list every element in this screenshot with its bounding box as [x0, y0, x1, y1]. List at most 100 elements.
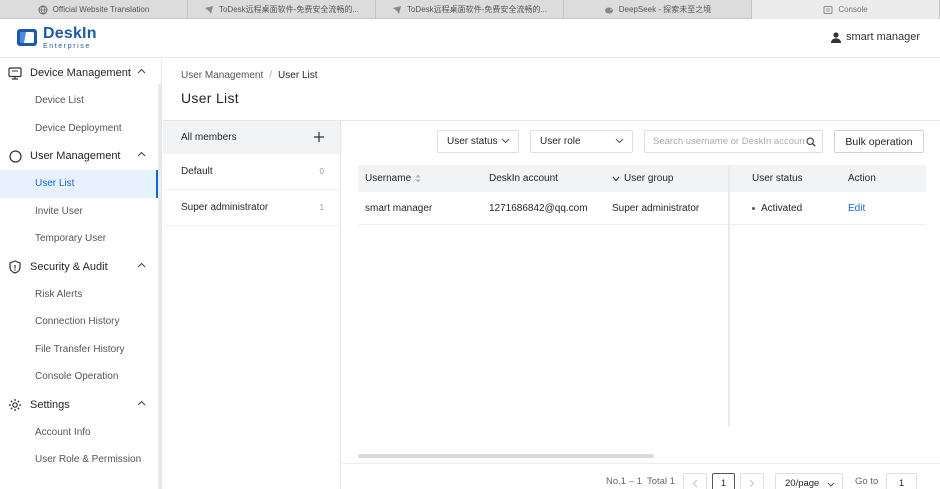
- sidebar-item-risk-alerts[interactable]: Risk Alerts: [0, 281, 161, 309]
- brand-logo[interactable]: DeskIn Enterprise: [16, 26, 97, 50]
- status-dot: [752, 206, 755, 210]
- search-input[interactable]: [653, 136, 805, 147]
- user-table: Username DeskIn account User group User …: [358, 165, 926, 225]
- browser-tab-translation[interactable]: Official Website Translation: [0, 0, 188, 19]
- sidebar-item-temporary-user[interactable]: Temporary User: [0, 225, 161, 253]
- cell-username: smart manager: [365, 202, 433, 214]
- next-page-button[interactable]: [740, 473, 764, 489]
- user-name: smart manager: [846, 31, 920, 43]
- chevron-down-icon: [615, 138, 624, 144]
- group-label: All members: [181, 132, 237, 143]
- user-menu[interactable]: smart manager: [831, 31, 920, 43]
- search-icon[interactable]: [806, 137, 816, 147]
- goto-label: Go to: [855, 476, 879, 487]
- column-label: User group: [624, 173, 674, 184]
- sidebar-item-console-operation[interactable]: Console Operation: [0, 363, 161, 391]
- cell-deskin-account: 1271686842@qq.com: [489, 202, 588, 214]
- column-username[interactable]: Username: [358, 173, 482, 184]
- search-box: [644, 130, 823, 153]
- browser-tab-label: DeepSeek - 探索未至之境: [618, 5, 712, 14]
- select-value: User status: [447, 136, 498, 147]
- sort-icon[interactable]: [415, 174, 421, 183]
- deepseek-icon: [604, 5, 614, 15]
- app-header: DeskIn Enterprise smart manager: [0, 19, 940, 58]
- add-group-icon[interactable]: [314, 130, 324, 145]
- edit-link[interactable]: Edit: [848, 203, 865, 214]
- group-count: 1: [319, 203, 324, 212]
- user-circle-icon: [8, 149, 22, 163]
- chevron-down-icon: [501, 138, 510, 144]
- column-label: Username: [365, 173, 412, 184]
- sidebar-item-device-list[interactable]: Device List: [0, 87, 161, 115]
- sidebar-item-file-transfer-history[interactable]: File Transfer History: [0, 336, 161, 364]
- status-text: Activated: [761, 202, 803, 214]
- browser-tab-console[interactable]: Console: [752, 0, 940, 19]
- table-horizontal-scrollbar[interactable]: [358, 454, 926, 458]
- browser-tab-todesk-1[interactable]: ToDesk远程桌面软件-免费安全流畅的...: [188, 0, 376, 19]
- chevron-down-icon[interactable]: [612, 176, 620, 182]
- todesk-icon: [204, 5, 214, 15]
- chevron-up-icon: [137, 262, 146, 267]
- scrollbar-thumb[interactable]: [358, 454, 654, 458]
- pagination-total: Total 1: [647, 476, 675, 487]
- page-size-select[interactable]: 20/page: [775, 473, 843, 489]
- todesk-icon: [392, 5, 402, 15]
- column-label: Action: [848, 173, 876, 184]
- browser-tab-label: Console: [838, 5, 868, 14]
- group-all-members[interactable]: All members: [163, 121, 340, 154]
- member-group-list: All members Default 0 Super administrato…: [163, 121, 341, 489]
- filter-bar: User status User role Bulk operation: [342, 130, 940, 154]
- user-status-select[interactable]: User status: [437, 130, 519, 153]
- sidebar-item-account-info[interactable]: Account Info: [0, 419, 161, 447]
- sidebar-item-invite-user[interactable]: Invite User: [0, 198, 161, 226]
- chevron-down-icon: [827, 482, 835, 487]
- chevron-up-icon: [137, 400, 146, 405]
- breadcrumb-separator: /: [269, 70, 273, 81]
- group-label: Super administrator: [181, 202, 269, 213]
- globe-icon: [38, 5, 48, 15]
- breadcrumb-current: User List: [278, 70, 318, 81]
- fixed-column-divider: [728, 165, 730, 427]
- sidebar-item-connection-history[interactable]: Connection History: [0, 308, 161, 336]
- bulk-operation-button[interactable]: Bulk operation: [834, 130, 924, 153]
- select-value: User role: [540, 136, 581, 147]
- brand-sub: Enterprise: [43, 43, 91, 50]
- group-label: Default: [181, 166, 213, 177]
- browser-tab-deepseek[interactable]: DeepSeek - 探索未至之境: [564, 0, 752, 19]
- sidebar-group-label: Device Management: [30, 67, 131, 79]
- sidebar-group-settings[interactable]: Settings: [0, 391, 161, 419]
- prev-page-button[interactable]: [683, 473, 707, 489]
- group-super-administrator[interactable]: Super administrator 1: [163, 190, 340, 226]
- browser-tab-label: ToDesk远程桌面软件-免费安全流畅的...: [218, 5, 359, 14]
- chevron-left-icon: [692, 479, 698, 488]
- browser-tab-todesk-2[interactable]: ToDesk远程桌面软件-免费安全流畅的...: [376, 0, 564, 19]
- sidebar: Device Management Device List Device Dep…: [0, 59, 162, 489]
- console-icon: [823, 5, 833, 15]
- sidebar-item-device-deployment[interactable]: Device Deployment: [0, 115, 161, 143]
- chevron-up-icon: [137, 68, 146, 74]
- sidebar-group-label: Settings: [30, 398, 70, 411]
- user-role-select[interactable]: User role: [530, 130, 633, 153]
- brand-name: DeskIn: [43, 25, 97, 42]
- user-table-area: User status User role Bulk operation Use…: [342, 121, 940, 489]
- sidebar-group-user-management[interactable]: User Management: [0, 142, 161, 170]
- sidebar-group-security-audit[interactable]: Security & Audit: [0, 253, 161, 281]
- page-number-button[interactable]: 1: [712, 473, 735, 489]
- user-panel: All members Default 0 Super administrato…: [163, 120, 940, 489]
- goto-page-input[interactable]: 1: [886, 473, 917, 489]
- group-default[interactable]: Default 0: [163, 154, 340, 190]
- chevron-up-icon: [137, 151, 146, 157]
- browser-tab-bar: Official Website Translation ToDesk远程桌面软…: [0, 0, 940, 19]
- column-action: Action: [841, 173, 926, 184]
- main-content: User Management / User List User List Al…: [163, 59, 940, 489]
- sidebar-item-user-role-permission[interactable]: User Role & Permission: [0, 446, 161, 474]
- sidebar-group-label: User Management: [30, 150, 121, 162]
- cell-action: Edit: [841, 203, 926, 214]
- sidebar-group-device-management[interactable]: Device Management: [0, 59, 161, 87]
- column-user-group[interactable]: User group: [605, 173, 745, 184]
- breadcrumb: User Management / User List: [181, 70, 318, 81]
- breadcrumb-parent[interactable]: User Management: [181, 70, 263, 81]
- chevron-right-icon: [749, 479, 755, 488]
- gear-icon: [8, 398, 22, 412]
- sidebar-item-user-list[interactable]: User List: [0, 170, 161, 198]
